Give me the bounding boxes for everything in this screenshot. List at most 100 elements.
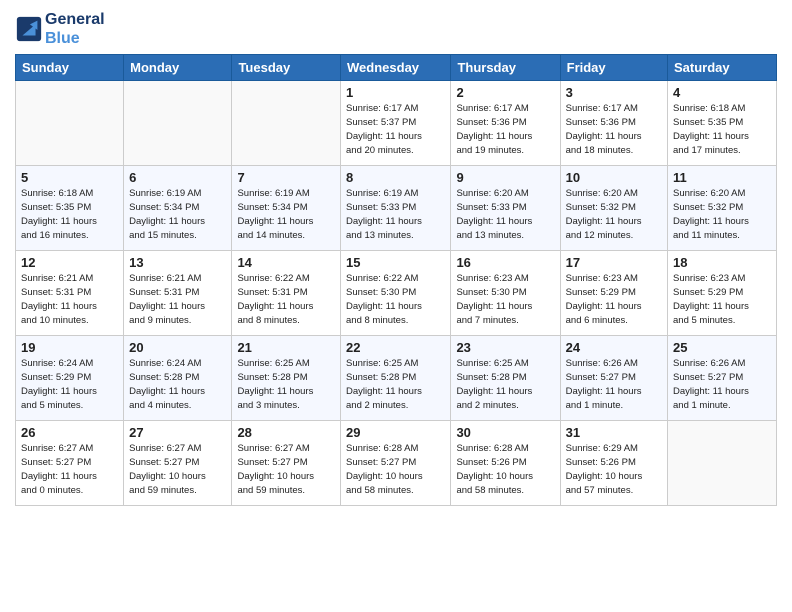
- day-number: 12: [21, 255, 118, 270]
- day-number: 17: [566, 255, 662, 270]
- day-info: Sunrise: 6:27 AM Sunset: 5:27 PM Dayligh…: [21, 442, 118, 497]
- calendar-cell: 9 Sunrise: 6:20 AM Sunset: 5:33 PM Daylig…: [451, 166, 560, 251]
- day-number: 31: [566, 425, 662, 440]
- day-info: Sunrise: 6:23 AM Sunset: 5:30 PM Dayligh…: [456, 272, 554, 327]
- day-info: Sunrise: 6:24 AM Sunset: 5:29 PM Dayligh…: [21, 357, 118, 412]
- day-info: Sunrise: 6:28 AM Sunset: 5:26 PM Dayligh…: [456, 442, 554, 497]
- calendar-cell: 12 Sunrise: 6:21 AM Sunset: 5:31 PM Dayli…: [16, 251, 124, 336]
- calendar-cell: 29Sunrise: 6:28 AM Sunset: 5:27 PM Dayli…: [341, 421, 451, 506]
- day-number: 29: [346, 425, 445, 440]
- calendar-week-4: 19 Sunrise: 6:24 AM Sunset: 5:29 PM Dayli…: [16, 336, 777, 421]
- calendar-cell: [668, 421, 777, 506]
- day-info: Sunrise: 6:19 AM Sunset: 5:34 PM Dayligh…: [237, 187, 335, 242]
- day-info: Sunrise: 6:24 AM Sunset: 5:28 PM Dayligh…: [129, 357, 226, 412]
- day-info: Sunrise: 6:17 AM Sunset: 5:36 PM Dayligh…: [456, 102, 554, 157]
- day-info: Sunrise: 6:23 AM Sunset: 5:29 PM Dayligh…: [673, 272, 771, 327]
- day-number: 1: [346, 85, 445, 100]
- day-info: Sunrise: 6:19 AM Sunset: 5:33 PM Dayligh…: [346, 187, 445, 242]
- day-number: 28: [237, 425, 335, 440]
- day-number: 11: [673, 170, 771, 185]
- calendar-cell: 24Sunrise: 6:26 AM Sunset: 5:27 PM Dayli…: [560, 336, 667, 421]
- day-number: 7: [237, 170, 335, 185]
- calendar-cell: 13Sunrise: 6:21 AM Sunset: 5:31 PM Dayli…: [124, 251, 232, 336]
- day-number: 10: [566, 170, 662, 185]
- day-info: Sunrise: 6:21 AM Sunset: 5:31 PM Dayligh…: [129, 272, 226, 327]
- day-number: 30: [456, 425, 554, 440]
- day-info: Sunrise: 6:17 AM Sunset: 5:36 PM Dayligh…: [566, 102, 662, 157]
- calendar-cell: 28Sunrise: 6:27 AM Sunset: 5:27 PM Dayli…: [232, 421, 341, 506]
- calendar-week-1: 1 Sunrise: 6:17 AM Sunset: 5:37 PM Daylig…: [16, 81, 777, 166]
- calendar-header-wednesday: Wednesday: [341, 55, 451, 81]
- calendar-table: SundayMondayTuesdayWednesdayThursdayFrid…: [15, 54, 777, 506]
- day-info: Sunrise: 6:21 AM Sunset: 5:31 PM Dayligh…: [21, 272, 118, 327]
- day-info: Sunrise: 6:22 AM Sunset: 5:30 PM Dayligh…: [346, 272, 445, 327]
- day-info: Sunrise: 6:20 AM Sunset: 5:32 PM Dayligh…: [566, 187, 662, 242]
- calendar-cell: 18 Sunrise: 6:23 AM Sunset: 5:29 PM Dayli…: [668, 251, 777, 336]
- calendar-header-thursday: Thursday: [451, 55, 560, 81]
- calendar-cell: 5 Sunrise: 6:18 AM Sunset: 5:35 PM Daylig…: [16, 166, 124, 251]
- calendar-cell: 4 Sunrise: 6:18 AM Sunset: 5:35 PM Daylig…: [668, 81, 777, 166]
- calendar-cell: 19 Sunrise: 6:24 AM Sunset: 5:29 PM Dayli…: [16, 336, 124, 421]
- day-number: 14: [237, 255, 335, 270]
- calendar-header-tuesday: Tuesday: [232, 55, 341, 81]
- day-number: 8: [346, 170, 445, 185]
- calendar-cell: 10 Sunrise: 6:20 AM Sunset: 5:32 PM Dayli…: [560, 166, 667, 251]
- calendar-cell: 22Sunrise: 6:25 AM Sunset: 5:28 PM Dayli…: [341, 336, 451, 421]
- calendar-cell: 27 Sunrise: 6:27 AM Sunset: 5:27 PM Dayli…: [124, 421, 232, 506]
- day-info: Sunrise: 6:20 AM Sunset: 5:33 PM Dayligh…: [456, 187, 554, 242]
- calendar-cell: 23 Sunrise: 6:25 AM Sunset: 5:28 PM Dayli…: [451, 336, 560, 421]
- day-info: Sunrise: 6:27 AM Sunset: 5:27 PM Dayligh…: [129, 442, 226, 497]
- day-info: Sunrise: 6:26 AM Sunset: 5:27 PM Dayligh…: [566, 357, 662, 412]
- calendar-cell: 1 Sunrise: 6:17 AM Sunset: 5:37 PM Daylig…: [341, 81, 451, 166]
- day-number: 23: [456, 340, 554, 355]
- calendar-cell: 30 Sunrise: 6:28 AM Sunset: 5:26 PM Dayli…: [451, 421, 560, 506]
- calendar-cell: 11Sunrise: 6:20 AM Sunset: 5:32 PM Dayli…: [668, 166, 777, 251]
- calendar-cell: [16, 81, 124, 166]
- calendar-cell: 8 Sunrise: 6:19 AM Sunset: 5:33 PM Daylig…: [341, 166, 451, 251]
- calendar-cell: 26 Sunrise: 6:27 AM Sunset: 5:27 PM Dayli…: [16, 421, 124, 506]
- day-number: 15: [346, 255, 445, 270]
- day-number: 26: [21, 425, 118, 440]
- calendar-week-3: 12 Sunrise: 6:21 AM Sunset: 5:31 PM Dayli…: [16, 251, 777, 336]
- page: General Blue SundayMondayTuesdayWednesda…: [0, 0, 792, 612]
- calendar-cell: 20 Sunrise: 6:24 AM Sunset: 5:28 PM Dayli…: [124, 336, 232, 421]
- day-info: Sunrise: 6:25 AM Sunset: 5:28 PM Dayligh…: [456, 357, 554, 412]
- header: General Blue: [15, 10, 777, 48]
- day-number: 4: [673, 85, 771, 100]
- day-number: 27: [129, 425, 226, 440]
- day-number: 2: [456, 85, 554, 100]
- day-info: Sunrise: 6:18 AM Sunset: 5:35 PM Dayligh…: [673, 102, 771, 157]
- calendar-header-row: SundayMondayTuesdayWednesdayThursdayFrid…: [16, 55, 777, 81]
- day-number: 22: [346, 340, 445, 355]
- calendar-header-sunday: Sunday: [16, 55, 124, 81]
- calendar-cell: 31 Sunrise: 6:29 AM Sunset: 5:26 PM Dayli…: [560, 421, 667, 506]
- day-number: 6: [129, 170, 226, 185]
- day-info: Sunrise: 6:18 AM Sunset: 5:35 PM Dayligh…: [21, 187, 118, 242]
- day-info: Sunrise: 6:25 AM Sunset: 5:28 PM Dayligh…: [237, 357, 335, 412]
- day-info: Sunrise: 6:19 AM Sunset: 5:34 PM Dayligh…: [129, 187, 226, 242]
- calendar-cell: [232, 81, 341, 166]
- day-info: Sunrise: 6:29 AM Sunset: 5:26 PM Dayligh…: [566, 442, 662, 497]
- calendar-header-friday: Friday: [560, 55, 667, 81]
- day-number: 5: [21, 170, 118, 185]
- day-number: 9: [456, 170, 554, 185]
- day-number: 19: [21, 340, 118, 355]
- calendar-cell: [124, 81, 232, 166]
- day-info: Sunrise: 6:26 AM Sunset: 5:27 PM Dayligh…: [673, 357, 771, 412]
- calendar-week-5: 26 Sunrise: 6:27 AM Sunset: 5:27 PM Dayli…: [16, 421, 777, 506]
- calendar-cell: 14 Sunrise: 6:22 AM Sunset: 5:31 PM Dayli…: [232, 251, 341, 336]
- logo-line1: General: [45, 10, 105, 29]
- calendar-cell: 15 Sunrise: 6:22 AM Sunset: 5:30 PM Dayli…: [341, 251, 451, 336]
- day-number: 18: [673, 255, 771, 270]
- day-number: 16: [456, 255, 554, 270]
- day-info: Sunrise: 6:17 AM Sunset: 5:37 PM Dayligh…: [346, 102, 445, 157]
- logo: General Blue: [15, 10, 105, 48]
- calendar-cell: 2 Sunrise: 6:17 AM Sunset: 5:36 PM Daylig…: [451, 81, 560, 166]
- calendar-header-saturday: Saturday: [668, 55, 777, 81]
- day-number: 20: [129, 340, 226, 355]
- calendar-cell: 7 Sunrise: 6:19 AM Sunset: 5:34 PM Daylig…: [232, 166, 341, 251]
- calendar-cell: 16 Sunrise: 6:23 AM Sunset: 5:30 PM Dayli…: [451, 251, 560, 336]
- day-info: Sunrise: 6:22 AM Sunset: 5:31 PM Dayligh…: [237, 272, 335, 327]
- calendar-header-monday: Monday: [124, 55, 232, 81]
- day-number: 21: [237, 340, 335, 355]
